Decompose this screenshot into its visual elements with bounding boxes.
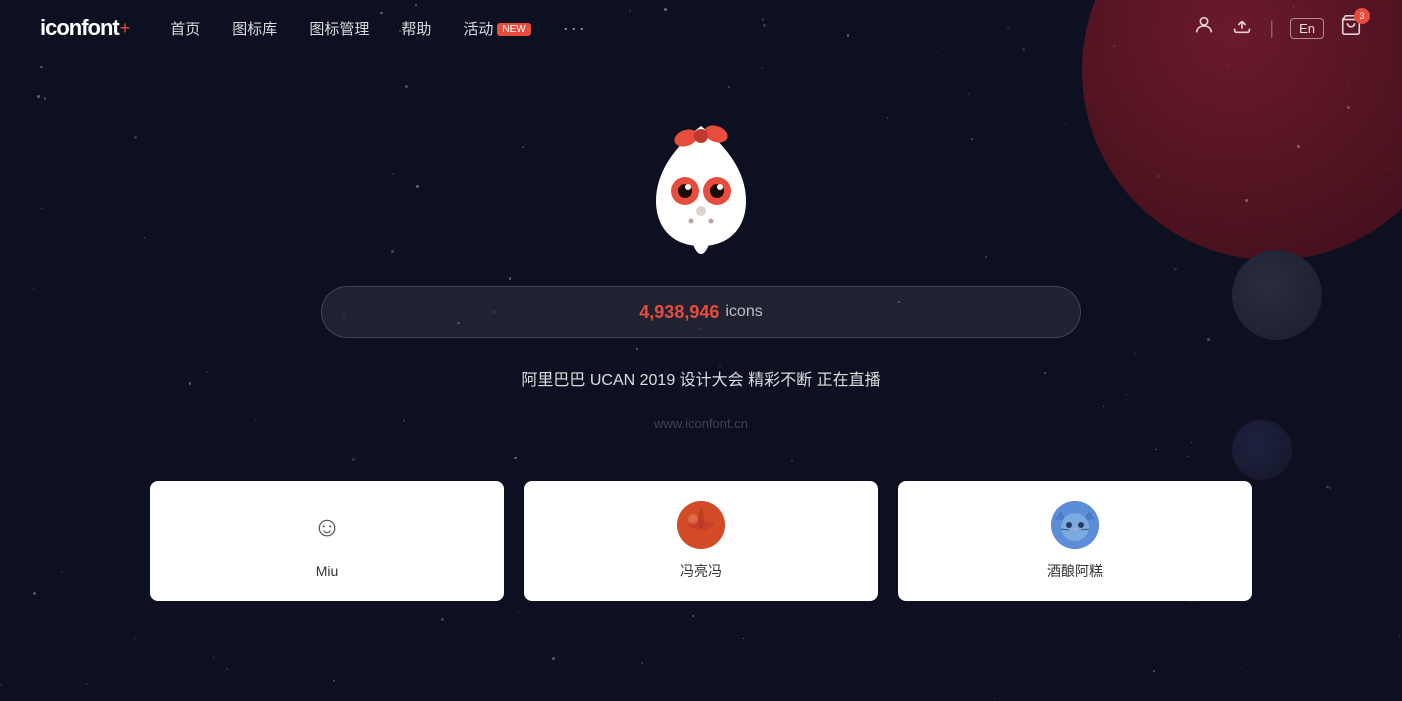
card-fengliangfeng[interactable]: 冯亮冯 bbox=[524, 481, 878, 601]
header: iconfont+ 首页 图标库 图标管理 帮助 活动NEW ··· | En bbox=[0, 0, 1402, 56]
url-watermark: www.iconfont.cn bbox=[654, 416, 748, 431]
cart-icon[interactable]: 3 bbox=[1340, 14, 1362, 42]
search-container: 4,938,946 icons bbox=[321, 286, 1081, 338]
card-name-jiujiu: 酒酿阿糕 bbox=[1047, 561, 1103, 581]
card-name-fengliangfeng: 冯亮冯 bbox=[680, 561, 722, 581]
nav-more-dots[interactable]: ··· bbox=[563, 18, 587, 39]
card-miu[interactable]: ☺ Miu bbox=[150, 481, 504, 601]
nav-item-manage[interactable]: 图标管理 bbox=[309, 18, 369, 39]
logo-plus: + bbox=[120, 18, 131, 39]
activity-badge: NEW bbox=[497, 23, 530, 36]
mascot bbox=[641, 116, 761, 256]
main-content: 4,938,946 icons 阿里巴巴 UCAN 2019 设计大会 精彩不断… bbox=[0, 56, 1402, 431]
logo-text: iconfont bbox=[40, 15, 119, 41]
nav-item-library[interactable]: 图标库 bbox=[232, 18, 277, 39]
nav-item-activity[interactable]: 活动NEW bbox=[463, 18, 530, 39]
avatar-jiujiu bbox=[1051, 501, 1099, 549]
card-jiujiu[interactable]: 酒酿阿糕 bbox=[898, 481, 1252, 601]
card-name-miu: Miu bbox=[316, 563, 339, 579]
cards-section: ☺ Miu 冯亮冯 bbox=[0, 481, 1402, 601]
banner-text: 阿里巴巴 UCAN 2019 设计大会 精彩不断 正在直播 bbox=[521, 366, 880, 390]
nav-item-home[interactable]: 首页 bbox=[170, 18, 200, 39]
cart-badge: 3 bbox=[1354, 8, 1370, 24]
avatar-fengliangfeng bbox=[677, 501, 725, 549]
icon-label: icons bbox=[725, 303, 762, 321]
upload-icon[interactable] bbox=[1231, 14, 1253, 42]
header-divider: | bbox=[1269, 18, 1274, 39]
search-bar[interactable]: 4,938,946 icons bbox=[321, 286, 1081, 338]
miu-smiley-icon: ☺ bbox=[313, 511, 342, 543]
main-nav: 首页 图标库 图标管理 帮助 活动NEW ··· bbox=[170, 18, 1193, 39]
icon-count: 4,938,946 bbox=[639, 302, 719, 323]
avatar-miu: ☺ bbox=[303, 503, 351, 551]
logo[interactable]: iconfont+ bbox=[40, 15, 130, 41]
user-icon[interactable] bbox=[1193, 14, 1215, 42]
nav-item-help[interactable]: 帮助 bbox=[401, 18, 431, 39]
header-right: | En 3 bbox=[1193, 14, 1362, 42]
lang-button[interactable]: En bbox=[1290, 18, 1324, 39]
